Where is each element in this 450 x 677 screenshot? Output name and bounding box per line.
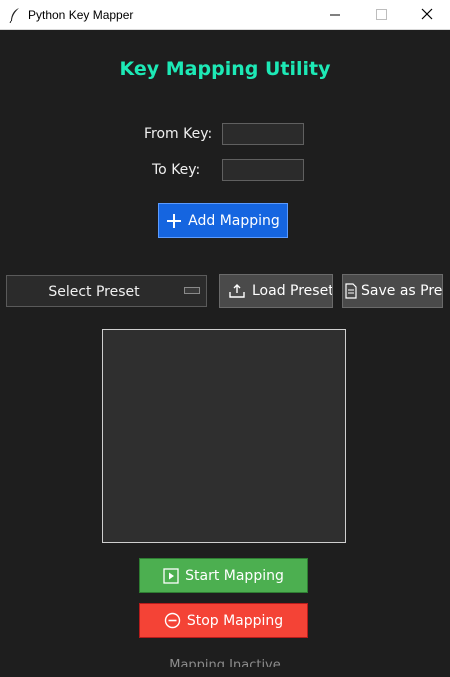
close-button[interactable]: [404, 0, 450, 30]
minimize-button[interactable]: [312, 0, 358, 30]
to-key-label: To Key:: [152, 162, 201, 178]
page-title: Key Mapping Utility: [119, 58, 331, 80]
save-preset-button[interactable]: Save as Preset: [342, 274, 443, 308]
stop-mapping-label: Stop Mapping: [186, 612, 284, 629]
plus-icon: [167, 213, 182, 228]
maximize-button[interactable]: [358, 0, 404, 30]
play-icon: [163, 567, 179, 584]
mapping-list[interactable]: [102, 329, 346, 543]
preset-select[interactable]: Select Preset: [6, 275, 207, 307]
close-icon: [421, 8, 433, 20]
minimize-icon: [330, 14, 340, 16]
stop-circle-icon: [164, 612, 181, 629]
start-mapping-label: Start Mapping: [185, 567, 284, 584]
from-key-input[interactable]: [222, 123, 304, 145]
load-preset-label: Load Preset: [252, 283, 333, 299]
save-preset-label: Save as Preset: [361, 283, 443, 299]
window-title: Python Key Mapper: [28, 8, 134, 22]
feather-icon: [9, 8, 19, 23]
tray-upload-icon: [229, 284, 245, 298]
window-titlebar[interactable]: Python Key Mapper: [0, 0, 450, 30]
dropdown-indicator-icon: [184, 287, 200, 294]
load-preset-button[interactable]: Load Preset: [219, 274, 333, 308]
add-mapping-label: Add Mapping: [188, 212, 280, 229]
to-key-input[interactable]: [222, 159, 304, 181]
add-mapping-button[interactable]: Add Mapping: [158, 203, 288, 238]
start-mapping-button[interactable]: Start Mapping: [139, 558, 308, 593]
preset-select-value: Select Preset: [48, 284, 140, 300]
status-label: Mapping Inactive: [169, 658, 281, 667]
document-icon: [345, 283, 357, 299]
maximize-icon: [376, 9, 387, 20]
stop-mapping-button[interactable]: Stop Mapping: [139, 603, 308, 638]
from-key-label: From Key:: [144, 126, 213, 142]
